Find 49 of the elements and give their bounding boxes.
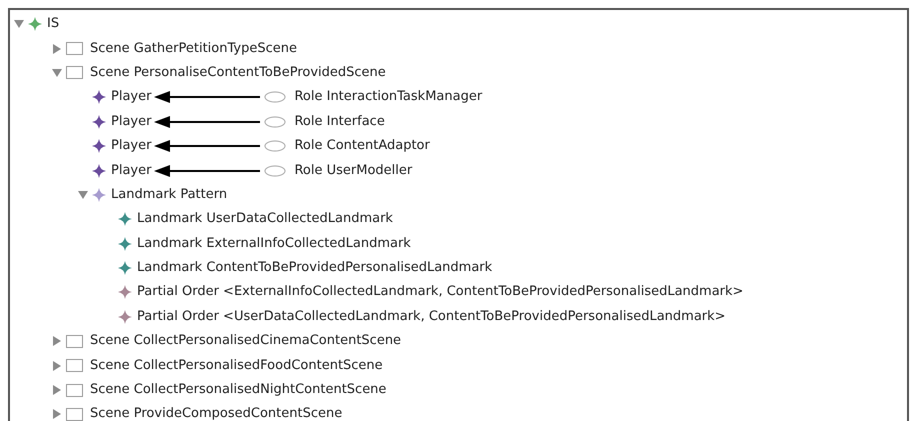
collapse-triangle-icon[interactable] — [14, 19, 24, 30]
diamond-star-icon — [28, 17, 42, 32]
tree-item-label[interactable]: Landmark ContentToBeProvidedPersonalisedLandmark — [137, 260, 492, 276]
tree-item-label[interactable]: Landmark Pattern — [111, 186, 228, 203]
tree-item-label[interactable]: Scene CollectPersonalisedFoodContentScene — [90, 358, 383, 374]
collapse-triangle-icon[interactable] — [52, 68, 62, 78]
tree-item-label[interactable]: Scene CollectPersonalisedNightContentScene — [90, 382, 386, 398]
expand-triangle-icon[interactable] — [52, 409, 62, 420]
expand-triangle-icon[interactable] — [52, 385, 62, 396]
rectangle-icon — [66, 66, 83, 80]
diamond-star-icon — [118, 261, 132, 276]
tree-item-label[interactable]: Landmark ExternalInfoCollectedLandmark — [137, 236, 411, 252]
diamond-star-icon — [92, 139, 106, 154]
rectangle-icon — [66, 42, 83, 56]
tree-item-label[interactable]: Player — [111, 89, 152, 106]
ellipse-icon — [264, 116, 286, 128]
role-label[interactable]: Role ContentAdaptor — [294, 138, 430, 154]
tree-item-label[interactable]: Partial Order <ExternalInfoCollectedLandmark, ContentToBeProvidedPersonalisedLandmark> — [137, 284, 744, 300]
diamond-star-icon — [118, 285, 132, 300]
tree-item-label[interactable]: Player — [111, 138, 152, 154]
tree-item-label[interactable]: Scene GatherPetitionTypeScene — [90, 40, 297, 57]
tree-item-label[interactable]: Scene PersonaliseContentToBeProvidedScene — [90, 64, 386, 81]
diamond-star-icon — [92, 90, 106, 104]
ellipse-icon — [264, 164, 286, 177]
diamond-star-icon — [92, 188, 106, 202]
role-label[interactable]: Role Interface — [294, 114, 385, 130]
diamond-star-icon — [118, 310, 132, 324]
diamond-star-icon — [118, 236, 132, 251]
rectangle-icon — [66, 384, 83, 397]
expand-triangle-icon[interactable] — [52, 44, 62, 54]
diamond-star-icon — [92, 164, 106, 178]
tree-item-label[interactable]: Player — [111, 114, 152, 130]
rectangle-icon — [66, 359, 83, 372]
diamond-star-icon — [118, 212, 132, 226]
role-label[interactable]: Role InteractionTaskManager — [294, 89, 482, 106]
tree-item-label[interactable]: Scene ProvideComposedContentScene — [90, 406, 342, 421]
expand-triangle-icon[interactable] — [52, 336, 62, 346]
ellipse-icon — [264, 140, 286, 152]
diamond-star-icon — [92, 114, 106, 129]
tree-item-label[interactable]: Landmark UserDataCollectedLandmark — [137, 211, 393, 228]
collapse-triangle-icon[interactable] — [78, 190, 88, 200]
ellipse-icon — [264, 91, 286, 104]
expand-triangle-icon[interactable] — [52, 360, 62, 371]
role-label[interactable]: Role UserModeller — [294, 162, 412, 179]
tree-item-label[interactable]: Scene CollectPersonalisedCinemaContentScene — [90, 333, 402, 350]
tree-item-label[interactable]: Player — [111, 162, 152, 179]
tree-item-label[interactable]: Partial Order <UserDataCollectedLandmark, ContentToBeProvidedPersonalisedLandmark> — [137, 308, 726, 325]
tree-item-label[interactable]: IS — [47, 16, 60, 32]
rectangle-icon — [66, 334, 83, 348]
